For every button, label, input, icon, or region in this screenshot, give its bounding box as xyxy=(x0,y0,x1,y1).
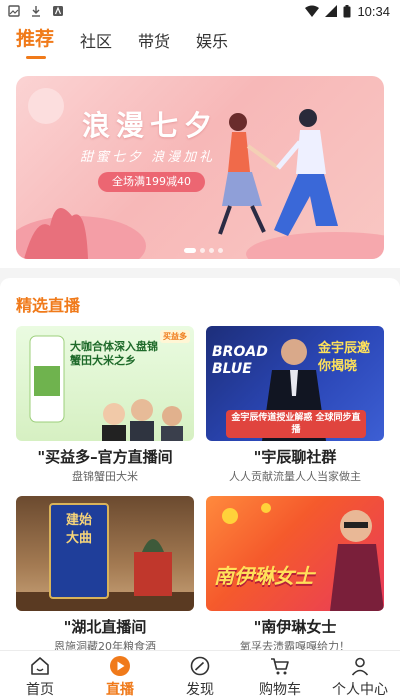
home-icon xyxy=(31,657,49,675)
nav-label: 首页 xyxy=(26,682,54,698)
nav-home[interactable]: 首页 xyxy=(0,651,80,700)
pagination-dot-active xyxy=(184,248,196,253)
status-time: 10:34 xyxy=(357,3,390,19)
tab-sell-goods[interactable]: 带货 xyxy=(138,22,170,52)
live-play-icon xyxy=(110,656,130,676)
thumbnail-graphic xyxy=(222,503,384,611)
discover-icon xyxy=(190,656,210,676)
image-notification-icon xyxy=(8,5,20,17)
thumbnail-caption: 金宇辰传道授业解惑 全球同步直播 xyxy=(226,410,366,438)
banner-subtitle: 甜蜜七夕 浪漫加礼 xyxy=(80,150,216,165)
thumbnail-headline: 金宇辰邀你揭晓 xyxy=(318,341,371,374)
live-card-title: "买益多–官方直播间 xyxy=(37,448,173,466)
tab-label: 推荐 xyxy=(16,28,55,50)
nav-label: 购物车 xyxy=(259,682,301,698)
thumbnail-brand: BROAD BLUE xyxy=(212,344,268,377)
status-bar: 10:34 xyxy=(0,0,400,22)
live-card-description: 盘锦蟹田大米 xyxy=(72,470,138,483)
live-card-title: "宇辰聊社群 xyxy=(253,448,337,466)
thumbnail-headline: 建始大曲 xyxy=(66,513,93,546)
app-notification-icon xyxy=(53,6,63,16)
nav-label: 个人中心 xyxy=(332,682,388,698)
thumbnail-graphic xyxy=(16,503,194,611)
banner-promo-badge: 全场满199减40 xyxy=(98,172,205,192)
battery-icon xyxy=(343,4,351,17)
live-thumbnail: 南伊琳女士 xyxy=(206,496,384,611)
person-icon xyxy=(351,657,369,676)
thumbnail-headline: 南伊琳女士 xyxy=(214,564,314,588)
live-card-description: 人人贡献流量人人当家做主 xyxy=(229,470,361,483)
pagination-dot xyxy=(200,248,205,253)
live-thumbnail: 大咖合体深入盘锦蟹田大米之乡 买益多 xyxy=(16,326,194,441)
tab-recommend[interactable]: 推荐 xyxy=(16,22,55,59)
wifi-icon xyxy=(305,5,320,17)
banner-title: 浪漫七夕 xyxy=(82,109,219,142)
nav-label: 发现 xyxy=(186,682,214,698)
pagination-dot xyxy=(218,248,223,253)
thumbnail-brand-badge: 买益多 xyxy=(160,330,190,343)
nav-profile[interactable]: 个人中心 xyxy=(320,651,400,700)
thumbnail-headline: 大咖合体深入盘锦蟹田大米之乡 xyxy=(70,340,158,367)
tab-label: 带货 xyxy=(138,32,171,51)
tab-label: 娱乐 xyxy=(196,32,229,51)
active-tab-indicator xyxy=(26,56,46,59)
live-card[interactable]: 大咖合体深入盘锦蟹田大米之乡 买益多 "买益多–官方直播间 盘锦蟹田大米 xyxy=(16,326,194,486)
bottom-navigation: 首页 直播 发现 购物车 个人中心 xyxy=(0,650,400,700)
tab-entertainment[interactable]: 娱乐 xyxy=(196,22,228,52)
live-card-title: "湖北直播间 xyxy=(63,618,147,636)
download-notification-icon xyxy=(32,6,40,17)
nav-live[interactable]: 直播 xyxy=(80,651,160,700)
tab-label: 社区 xyxy=(80,32,113,51)
live-card[interactable]: 南伊琳女士 "南伊琳女士 氧孚去渍霸嘎嘎给力！ xyxy=(206,496,384,656)
live-thumbnail: BROAD BLUE 金宇辰邀你揭晓 金宇辰传道授业解惑 全球同步直播 xyxy=(206,326,384,441)
status-right-icons: 10:34 xyxy=(305,4,390,19)
live-card-title: "南伊琳女士 xyxy=(253,618,337,636)
live-card[interactable]: BROAD BLUE 金宇辰邀你揭晓 金宇辰传道授业解惑 全球同步直播 "宇辰聊… xyxy=(206,326,384,486)
live-thumbnail: 建始大曲 xyxy=(16,496,194,611)
status-left-icons xyxy=(8,5,64,17)
nav-discover[interactable]: 发现 xyxy=(160,651,240,700)
nav-label: 直播 xyxy=(106,682,134,698)
banner-pagination xyxy=(184,248,223,253)
top-tabs: 推荐 社区 带货 娱乐 xyxy=(0,22,400,66)
section-title: 精选直播 xyxy=(16,296,81,315)
nav-cart[interactable]: 购物车 xyxy=(240,651,320,700)
live-card[interactable]: 建始大曲 "湖北直播间 恩施洞藏20年粮食酒 xyxy=(16,496,194,656)
promo-banner[interactable]: 浪漫七夕 甜蜜七夕 浪漫加礼 全场满199减40 xyxy=(16,76,384,259)
signal-icon xyxy=(325,5,338,17)
pagination-dot xyxy=(209,248,214,253)
tab-community[interactable]: 社区 xyxy=(80,22,112,52)
cart-icon xyxy=(271,658,289,675)
